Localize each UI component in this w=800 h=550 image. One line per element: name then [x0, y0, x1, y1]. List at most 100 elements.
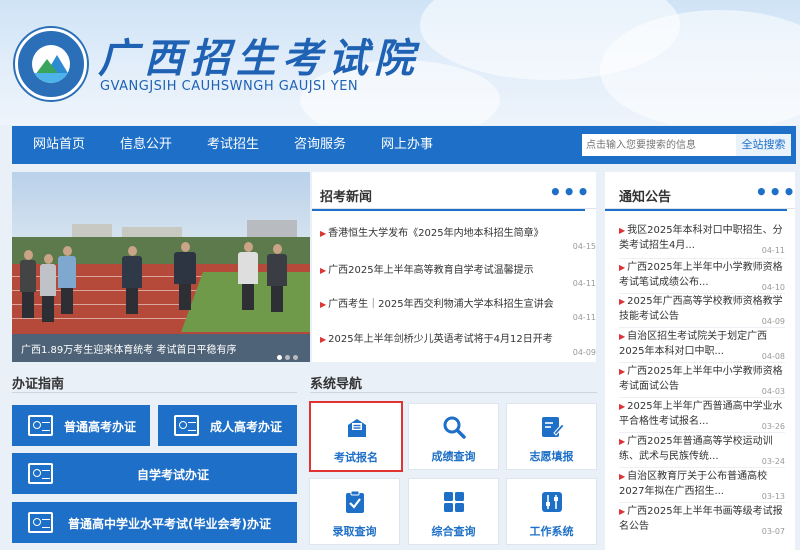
- nav-info-public[interactable]: 信息公开: [120, 126, 172, 164]
- notice-divider: [619, 362, 785, 363]
- notice-divider: [619, 467, 785, 468]
- cert-button-label: 普通高考办证: [64, 420, 137, 434]
- bullet-icon: ▶: [619, 367, 626, 376]
- system-nav-title: 系统导航: [310, 377, 363, 392]
- news-item[interactable]: ▶ 香港恒生大学发布《2025年内地本科招生简章》 04-15: [320, 224, 596, 251]
- notice-item[interactable]: ▶ 自治区教育厅关于公布普通高校 2027年拟在广西招生... 03-13: [619, 469, 785, 501]
- site-header: 广西招生考试院 GVANGJSIH CAUHSWNGH GAUJSI YEN: [0, 0, 800, 125]
- search-input[interactable]: [582, 134, 736, 156]
- grid-apps-icon: [444, 492, 464, 512]
- slider-dot[interactable]: [285, 355, 290, 360]
- notice-item-title: 广西2025年上半年中小学教师资格: [627, 262, 783, 273]
- id-card-icon: [28, 415, 53, 436]
- search-icon: [443, 416, 466, 439]
- news-item-date: 04-09: [572, 348, 596, 357]
- bullet-icon: ▶: [320, 300, 327, 309]
- notice-divider: [619, 502, 785, 503]
- photo-person: [58, 246, 76, 314]
- photo-person: [40, 254, 56, 322]
- site-subtitle: GVANGJSIH CAUHSWNGH GAUJSI YEN: [100, 79, 359, 94]
- tile-label: 工作系统: [529, 525, 574, 538]
- bullet-icon: ▶: [619, 226, 626, 235]
- news-item[interactable]: ▶ 广西2025年上半年高等教育自学考试温馨提示 04-11: [320, 261, 596, 288]
- panel-accent-line: [312, 209, 585, 211]
- id-card-icon: [174, 415, 199, 436]
- bullet-icon: ▶: [619, 297, 626, 306]
- news-item-date: 04-15: [572, 242, 596, 251]
- cert-button-label: 普通高中学业水平考试(毕业会考)办证: [68, 517, 271, 531]
- cert-button-self-study[interactable]: 自学考试办证: [12, 453, 297, 494]
- notice-item[interactable]: ▶ 广西2025年上半年中小学教师资格 考试面试公告 04-03: [619, 364, 785, 396]
- site-logo[interactable]: [15, 28, 87, 100]
- notice-item-title-cont: 平合格性考试报名...: [619, 416, 709, 427]
- notice-item[interactable]: ▶ 2025年广西高等学校教师资格教学 技能考试公告 04-09: [619, 294, 785, 326]
- notice-item-title: 我区2025年本科对口中职招生、分: [627, 225, 783, 236]
- tile-exam-registration[interactable]: 考试报名: [309, 401, 403, 472]
- notice-divider: [619, 327, 785, 328]
- notice-divider: [619, 258, 785, 259]
- tile-admission-query[interactable]: 录取查询: [309, 478, 400, 545]
- news-item-date: 04-11: [572, 279, 596, 288]
- tile-score-query[interactable]: 成绩查询: [408, 403, 499, 470]
- section-divider: [12, 392, 297, 393]
- bullet-icon: ▶: [619, 472, 626, 481]
- photo-person: [20, 250, 36, 318]
- notice-item[interactable]: ▶ 2025年上半年广西普通高中学业水 平合格性考试报名... 03-26: [619, 399, 785, 431]
- notice-item-title: 广西2025年上半年书画等级考试报: [627, 506, 783, 517]
- notice-item[interactable]: ▶ 我区2025年本科对口中职招生、分 类考试招生4月... 04-11: [619, 223, 785, 255]
- news-item[interactable]: ▶ 2025年上半年剑桥少儿英语考试将于4月12日开考 04-09: [320, 330, 596, 357]
- cert-button-high-school[interactable]: 普通高中学业水平考试(毕业会考)办证: [12, 502, 297, 543]
- id-card-icon: [28, 512, 53, 533]
- bullet-icon: ▶: [320, 229, 327, 238]
- notice-panel: 通知公告 ••• ▶ 我区2025年本科对口中职招生、分 类考试招生4月... 0…: [605, 172, 795, 550]
- news-item-title: 广西考生｜2025年西交利物浦大学本科招生宣讲会: [328, 299, 554, 310]
- nav-online-service[interactable]: 网上办事: [381, 126, 433, 164]
- news-more-button[interactable]: •••: [549, 180, 590, 204]
- notice-more-button[interactable]: •••: [755, 180, 796, 204]
- notice-item-title: 2025年广西高等学校教师资格教学: [627, 296, 783, 307]
- bullet-icon: ▶: [619, 437, 626, 446]
- notice-divider: [619, 432, 785, 433]
- cert-button-adult[interactable]: 成人高考办证: [158, 405, 297, 446]
- nav-exam-enroll[interactable]: 考试招生: [207, 126, 259, 164]
- news-item[interactable]: ▶ 广西考生｜2025年西交利物浦大学本科招生宣讲会 04-11: [320, 295, 596, 322]
- cert-button-gaokao[interactable]: 普通高考办证: [12, 405, 150, 446]
- tile-volunteer-fill[interactable]: 志愿填报: [506, 403, 597, 470]
- notice-item-title: 广西2025年上半年中小学教师资格: [627, 366, 783, 377]
- notice-item[interactable]: ▶ 广西2025年上半年书画等级考试报 名公告 03-07: [619, 504, 785, 536]
- news-panel: 招考新闻 ••• ▶ 香港恒生大学发布《2025年内地本科招生简章》 04-15 …: [312, 172, 596, 362]
- notice-item[interactable]: ▶ 广西2025年上半年中小学教师资格 考试笔试成绩公布... 04-10: [619, 260, 785, 292]
- slider-dot[interactable]: [293, 355, 298, 360]
- logo-emblem-icon: [32, 45, 70, 83]
- tile-label: 成绩查询: [431, 450, 476, 463]
- bullet-icon: ▶: [619, 263, 626, 272]
- panel-accent-line: [605, 209, 787, 211]
- notice-divider: [619, 397, 785, 398]
- tile-label: 志愿填报: [529, 450, 574, 463]
- notice-item[interactable]: ▶ 广西2025年普通高等学校运动训 练、武术与民族传统... 03-24: [619, 434, 785, 466]
- clipboard-check-icon: [346, 490, 364, 513]
- notice-item-title-cont: 考试面试公告: [619, 381, 679, 392]
- nav-home[interactable]: 网站首页: [33, 126, 85, 164]
- photo-person: [174, 242, 196, 310]
- certificate-guide-title: 办证指南: [12, 377, 65, 392]
- search-button[interactable]: 全站搜索: [736, 134, 791, 156]
- main-nav: 网站首页 信息公开 考试招生 咨询服务 网上办事 全站搜索: [12, 126, 796, 164]
- news-panel-title: 招考新闻: [320, 190, 373, 205]
- tile-work-system[interactable]: 工作系统: [506, 478, 597, 545]
- notice-item[interactable]: ▶ 自治区招生考试院关于划定广西 2025年本科对口中职... 04-08: [619, 329, 785, 361]
- slider-dots: [274, 345, 298, 362]
- photo-person: [238, 242, 258, 310]
- photo-trees: [12, 237, 310, 267]
- notice-item-title-cont: 2027年拟在广西招生...: [619, 486, 724, 497]
- id-card-icon: [28, 463, 53, 484]
- slider-caption-bar: 广西1.89万考生迎来体育统考 考试首日平稳有序: [12, 334, 310, 362]
- slider-dot[interactable]: [277, 355, 282, 360]
- tile-comprehensive-query[interactable]: 综合查询: [408, 478, 499, 545]
- notice-item-title: 广西2025年普通高等学校运动训: [627, 436, 773, 447]
- notice-item-date: 04-11: [761, 246, 785, 255]
- nav-consult[interactable]: 咨询服务: [294, 126, 346, 164]
- tile-label: 考试报名: [334, 451, 378, 464]
- news-slider[interactable]: 广西1.89万考生迎来体育统考 考试首日平稳有序: [12, 172, 310, 362]
- slider-caption[interactable]: 广西1.89万考生迎来体育统考 考试首日平稳有序: [21, 341, 236, 356]
